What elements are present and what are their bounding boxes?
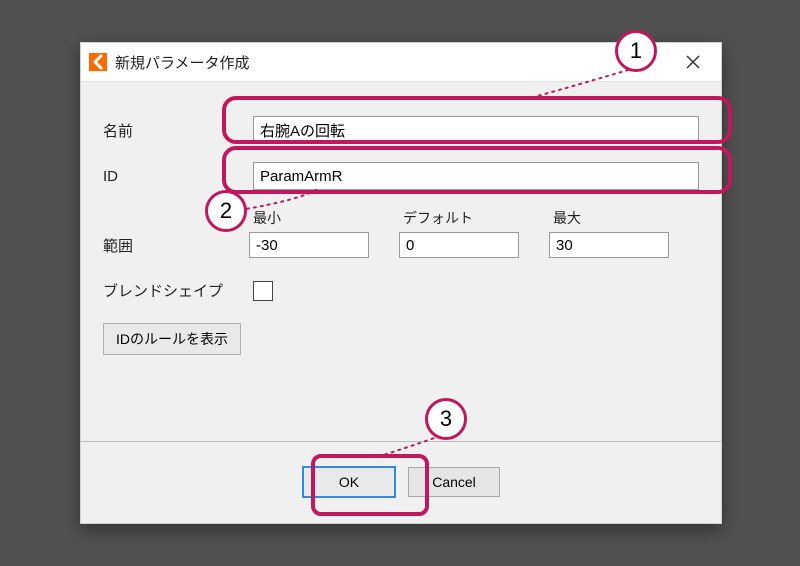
label-name: 名前 bbox=[103, 120, 253, 141]
row-blendshape: ブレンドシェイプ bbox=[103, 280, 699, 301]
new-parameter-dialog: 新規パラメータ作成 名前 ID 最小 デフォルト 最大 範囲 bbox=[80, 42, 722, 524]
close-button[interactable] bbox=[673, 43, 713, 81]
label-max: 最大 bbox=[553, 208, 653, 228]
dialog-title: 新規パラメータ作成 bbox=[115, 52, 673, 73]
dialog-body: 名前 ID 最小 デフォルト 最大 範囲 ブレンドシェイプ IDのルール bbox=[81, 82, 721, 355]
name-input[interactable] bbox=[253, 116, 699, 144]
label-blendshape: ブレンドシェイプ bbox=[103, 280, 253, 301]
label-id: ID bbox=[103, 168, 253, 185]
label-range: 範囲 bbox=[103, 235, 249, 256]
row-range: 範囲 bbox=[103, 232, 699, 258]
show-id-rule-button[interactable]: IDのルールを表示 bbox=[103, 323, 241, 355]
app-icon bbox=[89, 53, 107, 71]
blendshape-checkbox[interactable] bbox=[253, 281, 273, 301]
cancel-button[interactable]: Cancel bbox=[408, 467, 500, 497]
max-input[interactable] bbox=[549, 232, 669, 258]
id-input[interactable] bbox=[253, 162, 699, 190]
button-bar: OK Cancel bbox=[81, 441, 721, 523]
row-id: ID bbox=[103, 162, 699, 190]
titlebar: 新規パラメータ作成 bbox=[81, 43, 721, 82]
range-column-headers: 最小 デフォルト 最大 bbox=[253, 208, 699, 228]
row-name: 名前 bbox=[103, 116, 699, 144]
close-icon bbox=[686, 55, 700, 69]
default-input[interactable] bbox=[399, 232, 519, 258]
label-min: 最小 bbox=[253, 208, 403, 228]
min-input[interactable] bbox=[249, 232, 369, 258]
label-default: デフォルト bbox=[403, 208, 553, 228]
ok-button[interactable]: OK bbox=[302, 466, 396, 498]
